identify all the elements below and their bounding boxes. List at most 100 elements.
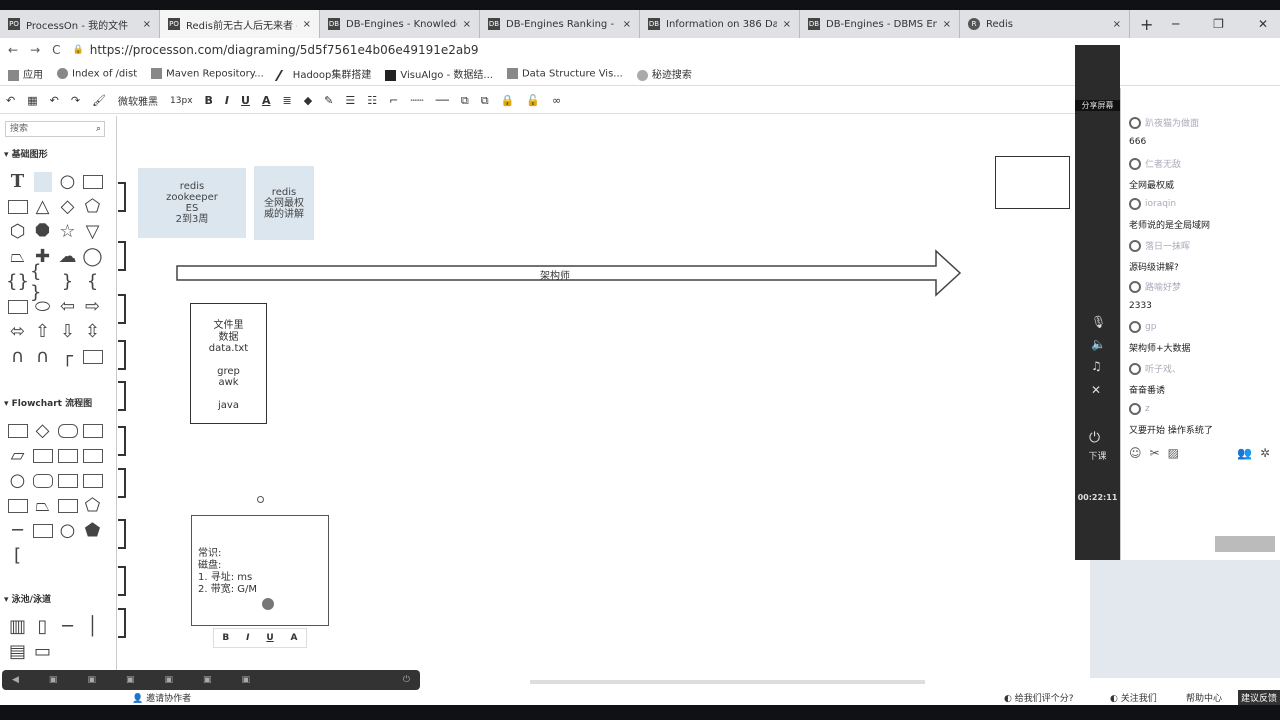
- format-painter-icon[interactable]: 🖌: [92, 94, 106, 107]
- process-shape[interactable]: [5, 418, 30, 443]
- partial-shape[interactable]: [118, 566, 126, 596]
- file-data-box[interactable]: 文件里 数据 data.txt grep awk java: [190, 303, 267, 424]
- manual-op-shape[interactable]: ⏢: [30, 493, 55, 518]
- tab-close-icon[interactable]: ×: [783, 19, 791, 30]
- partial-shape[interactable]: [118, 381, 126, 411]
- down-arrow-shape[interactable]: ⇩: [55, 319, 80, 344]
- player-control[interactable]: ▣: [203, 675, 212, 685]
- power-icon[interactable]: ⏻: [403, 675, 410, 685]
- corner-shape[interactable]: ┌: [55, 344, 80, 369]
- document-shape[interactable]: [5, 294, 30, 319]
- separator-v-shape[interactable]: │: [80, 614, 105, 639]
- player-control[interactable]: ▣: [126, 675, 135, 685]
- hexagon-shape[interactable]: ⬡: [5, 219, 30, 244]
- italic-button[interactable]: I: [225, 94, 229, 107]
- chat-username[interactable]: gp: [1129, 321, 1191, 333]
- chat-username[interactable]: 落日一抹晖: [1129, 239, 1190, 252]
- display-shape[interactable]: [30, 518, 55, 543]
- chat-username[interactable]: 路喻好梦: [1129, 280, 1181, 293]
- tools-icon[interactable]: ✕: [1091, 383, 1101, 397]
- bookmark-data-structure-vis[interactable]: Data Structure Vis...: [506, 67, 623, 79]
- tab-close-icon[interactable]: ×: [623, 19, 631, 30]
- music-icon[interactable]: ♫: [1091, 359, 1102, 373]
- section-basic-shapes[interactable]: ▾ 基础图形: [4, 147, 48, 160]
- line-color-icon[interactable]: ✎: [324, 94, 333, 107]
- chat-username[interactable]: ioraqin: [1129, 198, 1210, 210]
- horizontal-scrollbar[interactable]: [530, 680, 925, 684]
- pentagon-shape[interactable]: ⬠: [80, 194, 105, 219]
- document-shape[interactable]: [80, 418, 105, 443]
- bookmark-miji-search[interactable]: 秘迹搜索: [636, 66, 692, 81]
- send-button[interactable]: [1215, 536, 1275, 552]
- terminator-shape[interactable]: [55, 418, 80, 443]
- diagram-canvas[interactable]: redis zookeeper ES 2到3周 redis 全网最权 威的讲解 …: [118, 116, 1090, 670]
- cloud-shape[interactable]: ☁: [55, 244, 80, 269]
- note-text[interactable]: 常识: 磁盘: 1. 寻址: ms 2. 带宽: G/M: [198, 548, 257, 596]
- feedback-button[interactable]: 建议反馈: [1238, 690, 1280, 705]
- bookmark-visualgo[interactable]: VisuAlgo - 数据结...: [385, 66, 493, 81]
- text-shape[interactable]: T: [5, 169, 30, 194]
- tab-db-encyclopedia[interactable]: DB DB-Engines - DBMS Ency ×: [800, 10, 960, 38]
- empty-rectangle[interactable]: [995, 156, 1070, 209]
- emoji-icon[interactable]: ☺: [1129, 446, 1142, 460]
- horizontal-pool-shape[interactable]: ▥: [5, 614, 30, 639]
- note-shape[interactable]: [30, 169, 55, 194]
- line-width-icon[interactable]: ☰: [345, 94, 355, 107]
- align-icon[interactable]: ≣: [282, 94, 291, 107]
- player-control[interactable]: ◀: [12, 675, 19, 685]
- font-size-select[interactable]: 13px: [170, 96, 193, 106]
- connector-shape[interactable]: ○: [5, 468, 30, 493]
- rate-us-link[interactable]: ◐ 给我们评个分?: [1004, 691, 1074, 704]
- partial-shape[interactable]: [118, 340, 126, 370]
- rotate-handle[interactable]: [257, 496, 264, 503]
- trapezoid-shape[interactable]: ⏢: [5, 244, 30, 269]
- sticky-note-redis-authority[interactable]: redis 全网最权 威的讲解: [254, 166, 314, 240]
- arrow-style-icon[interactable]: ──: [436, 94, 449, 107]
- tab-close-icon[interactable]: ×: [943, 19, 951, 30]
- tape-shape[interactable]: [5, 493, 30, 518]
- speaker-icon[interactable]: 🔈: [1091, 337, 1106, 351]
- inverted-pentagon-shape[interactable]: ▽: [80, 219, 105, 244]
- line-dash-icon[interactable]: ┄┄: [410, 94, 423, 107]
- fill-color-icon[interactable]: ◆: [304, 94, 312, 107]
- left-brace-shape[interactable]: {: [80, 269, 105, 294]
- sticky-note-redis-topics[interactable]: redis zookeeper ES 2到3周: [138, 168, 246, 238]
- shield-shape[interactable]: ⬭: [30, 294, 55, 319]
- up-down-arrow-shape[interactable]: ⇳: [80, 319, 105, 344]
- bold-button[interactable]: B: [222, 633, 229, 643]
- stored-data-shape[interactable]: [30, 468, 55, 493]
- font-color-button[interactable]: A: [291, 633, 298, 643]
- bookmark-maven[interactable]: Maven Repository...: [151, 67, 264, 79]
- line-shape[interactable]: ─: [5, 518, 30, 543]
- right-arrow-shape[interactable]: ⇨: [80, 294, 105, 319]
- selected-note-box[interactable]: 常识: 磁盘: 1. 寻址: ms 2. 带宽: G/M: [191, 515, 329, 626]
- octagon-shape[interactable]: ⯃: [30, 219, 55, 244]
- delay-shape[interactable]: [55, 468, 80, 493]
- underline-button[interactable]: U: [266, 633, 273, 643]
- url-input[interactable]: https://processon.com/diagraming/5d5f756…: [90, 43, 479, 57]
- italic-button[interactable]: I: [246, 633, 249, 643]
- partial-shape[interactable]: [118, 182, 126, 212]
- predefined-process-shape[interactable]: [30, 443, 55, 468]
- chat-username[interactable]: z: [1129, 403, 1213, 415]
- partial-shape[interactable]: [118, 468, 126, 498]
- brace-pair-shape[interactable]: {}: [5, 269, 30, 294]
- search-icon[interactable]: ⌕: [96, 122, 101, 136]
- tab-processon-files[interactable]: PO ProcessOn - 我的文件 ×: [0, 10, 160, 38]
- connector-icon[interactable]: ⌐: [389, 94, 398, 107]
- double-arrow-shape[interactable]: ⬄: [5, 319, 30, 344]
- font-family-select[interactable]: 微软雅黑: [118, 93, 158, 108]
- right-brace-shape[interactable]: }: [55, 269, 80, 294]
- tab-redis-diagram[interactable]: PO Redis前无古人后无来者 - P ×: [160, 10, 320, 38]
- tab-close-icon[interactable]: ×: [463, 19, 471, 30]
- decision-shape[interactable]: ◇: [30, 418, 55, 443]
- rectangle-shape[interactable]: [80, 169, 105, 194]
- format-clear-icon[interactable]: ▦: [27, 94, 37, 107]
- loop-limit-shape[interactable]: [55, 493, 80, 518]
- follow-us-link[interactable]: ◐ 关注我们: [1110, 691, 1157, 704]
- player-control[interactable]: ▣: [49, 675, 58, 685]
- bookmark-index-dist[interactable]: Index of /dist: [57, 67, 137, 79]
- image-icon[interactable]: ▨: [1168, 446, 1179, 460]
- shape-search-input[interactable]: 搜索 ⌕: [5, 121, 105, 137]
- undo-icon[interactable]: ↶: [50, 94, 59, 107]
